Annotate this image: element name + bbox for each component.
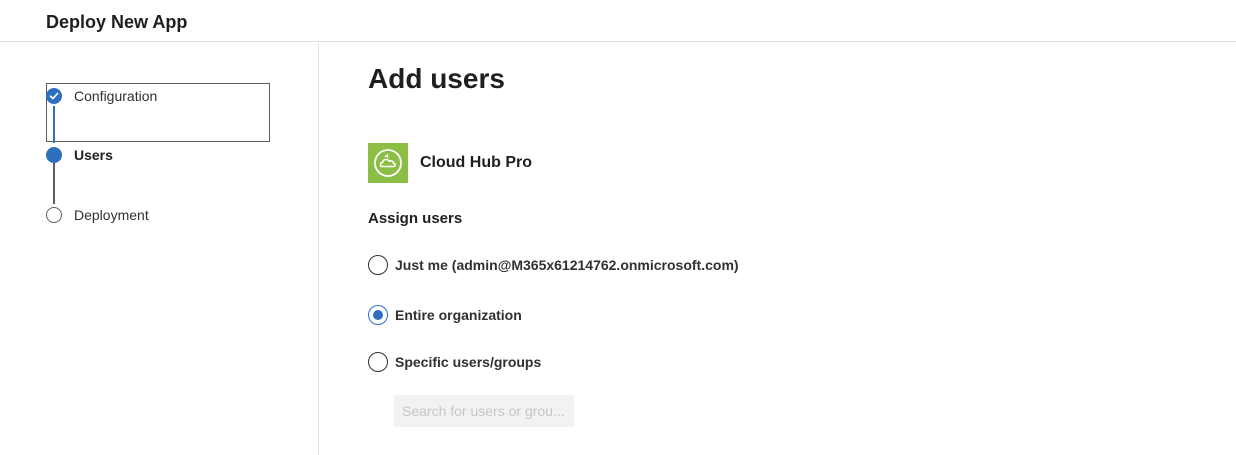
app-info: Cloud Hub Pro xyxy=(368,143,532,183)
step-connector-2 xyxy=(53,163,55,204)
radio-specific-users[interactable]: Specific users/groups xyxy=(368,352,541,372)
app-name: Cloud Hub Pro xyxy=(420,154,532,171)
step-label-users: Users xyxy=(74,147,113,163)
step-users[interactable]: Users xyxy=(46,146,113,164)
radio-label-just-me: Just me (admin@M365x61214762.onmicrosoft… xyxy=(395,257,739,273)
current-step-icon xyxy=(46,147,62,163)
search-users-input[interactable] xyxy=(394,395,574,427)
page-header: Deploy New App xyxy=(0,0,1236,42)
header-title: Deploy New App xyxy=(46,12,188,32)
step-deployment[interactable]: Deployment xyxy=(46,206,149,224)
checkmark-icon xyxy=(46,88,62,104)
assign-users-heading: Assign users xyxy=(368,210,463,227)
step-configuration[interactable]: Configuration xyxy=(46,87,157,105)
radio-button[interactable] xyxy=(368,352,388,372)
pending-step-icon xyxy=(46,207,62,223)
radio-entire-organization[interactable]: Entire organization xyxy=(368,305,522,325)
wizard-steps-panel: Configuration Users Deployment xyxy=(0,43,319,455)
main-content: Add users Cloud Hub Pro Assign users Jus… xyxy=(320,43,1236,455)
radio-button[interactable] xyxy=(368,255,388,275)
radio-button-selected[interactable] xyxy=(368,305,388,325)
radio-just-me[interactable]: Just me (admin@M365x61214762.onmicrosoft… xyxy=(368,255,739,275)
step-connector-1 xyxy=(53,106,55,143)
cloud-sync-icon xyxy=(368,143,408,183)
radio-label-entire-organization: Entire organization xyxy=(395,307,522,323)
step-label-deployment: Deployment xyxy=(74,207,149,223)
step-label-configuration: Configuration xyxy=(74,88,158,104)
radio-label-specific-users: Specific users/groups xyxy=(395,354,542,370)
page-title: Add users xyxy=(368,63,505,94)
